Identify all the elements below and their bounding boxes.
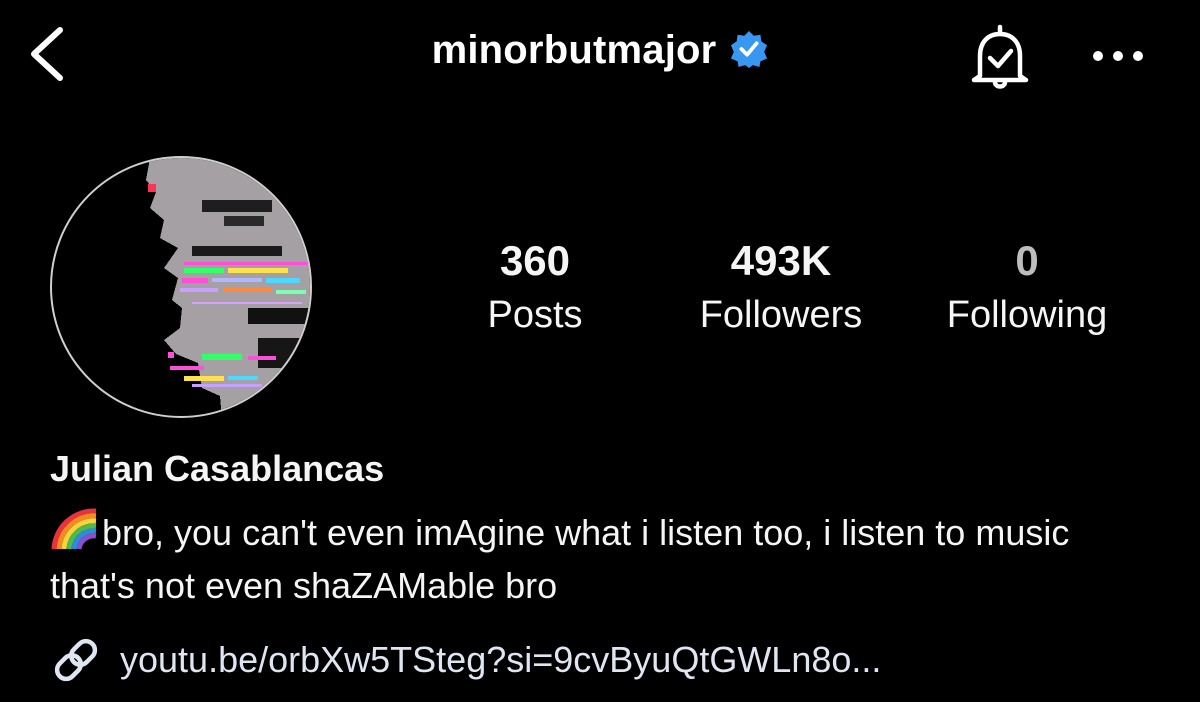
stat-followers-value: 493K — [730, 237, 832, 284]
more-horizontal-icon — [1093, 51, 1143, 61]
more-options-button[interactable] — [1080, 28, 1156, 84]
stat-posts-label: Posts — [487, 294, 583, 336]
stat-followers-label: Followers — [699, 294, 863, 336]
top-bar: minorbutmajor — [0, 0, 1200, 110]
notifications-button[interactable] — [960, 22, 1040, 94]
bell-check-icon — [971, 24, 1029, 89]
link-url: youtu.be/orbXw5TSteg?si=9cvByuQtGWLn8o..… — [120, 639, 882, 680]
bio: bro, you can't even imAgine what i liste… — [50, 506, 1160, 612]
stat-following-value: 0 — [1015, 237, 1039, 284]
stat-following-label: Following — [946, 294, 1108, 336]
profile-avatar[interactable] — [50, 156, 312, 418]
link-icon — [54, 638, 98, 682]
stat-followers[interactable]: 493K Followers — [671, 237, 891, 338]
username: minorbutmajor — [431, 28, 717, 72]
bio-text: bro, you can't even imAgine what i liste… — [50, 512, 1070, 606]
display-name: Julian Casablancas — [50, 448, 385, 489]
stat-posts-value: 360 — [499, 237, 571, 284]
stat-following[interactable]: 0 Following — [917, 237, 1137, 338]
stat-posts[interactable]: 360 Posts — [425, 237, 645, 338]
avatar-image — [146, 158, 310, 416]
profile-link[interactable]: youtu.be/orbXw5TSteg?si=9cvByuQtGWLn8o..… — [50, 634, 881, 690]
rainbow-emoji — [51, 508, 97, 550]
verified-badge-icon — [731, 30, 768, 68]
